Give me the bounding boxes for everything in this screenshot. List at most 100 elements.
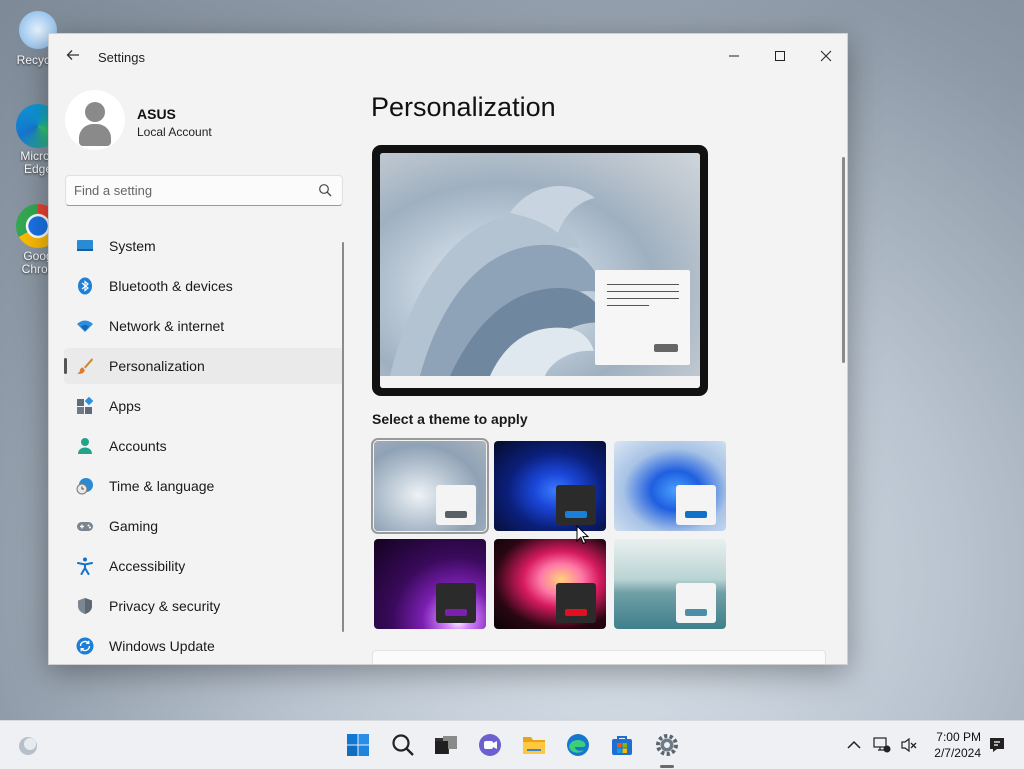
- settings-icon[interactable]: [655, 733, 679, 757]
- monitor-icon: [77, 240, 93, 251]
- content-scrollbar[interactable]: [842, 157, 845, 363]
- update-icon: [76, 637, 94, 655]
- sidebar-item-apps[interactable]: Apps: [64, 388, 344, 424]
- sidebar-item-label: Time & language: [109, 478, 215, 494]
- user-account-type: Local Account: [137, 125, 212, 139]
- avatar-head: [85, 102, 105, 122]
- sidebar-item-label: Accessibility: [109, 558, 186, 574]
- app-title: Settings: [98, 50, 145, 65]
- sidebar-item-label: Personalization: [109, 358, 205, 374]
- preview-line: [607, 298, 679, 299]
- sidebar-item-privacy-security[interactable]: Privacy & security: [64, 588, 344, 624]
- minimize-button[interactable]: [711, 40, 757, 72]
- theme-mini-window: [676, 583, 716, 623]
- person-icon: [78, 438, 92, 454]
- theme-captured-motion[interactable]: [374, 539, 486, 629]
- clock-time[interactable]: 7:00 PM: [929, 730, 981, 744]
- sidebar-item-label: Apps: [109, 398, 141, 414]
- clock-date[interactable]: 2/7/2024: [929, 746, 981, 760]
- avatar-body: [79, 124, 111, 146]
- theme-mini-button: [565, 511, 587, 518]
- back-button[interactable]: [63, 48, 83, 68]
- volume-muted-icon[interactable]: [900, 736, 918, 754]
- theme-windows-light[interactable]: [371, 438, 489, 534]
- sidebar-item-accessibility[interactable]: Accessibility: [64, 548, 344, 584]
- search-input[interactable]: [74, 176, 304, 205]
- preview-line: [607, 284, 679, 285]
- theme-preview-screen: [380, 153, 700, 388]
- teams-chat-icon[interactable]: [478, 733, 502, 757]
- settings-window: Settings ASUS Local Account System Bluet…: [48, 33, 848, 665]
- sidebar-item-time-language[interactable]: Time & language: [64, 468, 344, 504]
- maximize-button[interactable]: [757, 40, 803, 72]
- theme-mini-button: [685, 609, 707, 616]
- user-name: ASUS: [137, 106, 176, 122]
- file-explorer-icon[interactable]: [522, 733, 546, 757]
- theme-mini-button: [565, 609, 587, 616]
- close-button[interactable]: [803, 40, 847, 72]
- start-icon[interactable]: [346, 733, 370, 757]
- sidebar-item-system[interactable]: System: [64, 228, 344, 264]
- sidebar-nav: System Bluetooth & devices Network & int…: [64, 228, 344, 664]
- theme-preview: [372, 145, 708, 396]
- theme-mini-window: [556, 583, 596, 623]
- sidebar-scrollbar[interactable]: [342, 242, 344, 632]
- edge-icon[interactable]: [566, 733, 590, 757]
- arrow-left-icon: [66, 50, 79, 60]
- theme-windows-glow[interactable]: [614, 441, 726, 531]
- sidebar-item-label: Bluetooth & devices: [109, 278, 233, 294]
- sidebar-item-network-internet[interactable]: Network & internet: [64, 308, 344, 344]
- sidebar-item-label: Accounts: [109, 438, 167, 454]
- preview-button: [654, 344, 678, 352]
- theme-section-heading: Select a theme to apply: [372, 411, 528, 427]
- search-icon[interactable]: [318, 183, 332, 197]
- wifi-icon: [77, 320, 93, 332]
- sidebar-item-accounts[interactable]: Accounts: [64, 428, 344, 464]
- sidebar-item-label: Gaming: [109, 518, 159, 534]
- bluetooth-icon: [78, 277, 92, 295]
- avatar[interactable]: [65, 90, 125, 150]
- theme-mini-button: [685, 511, 707, 518]
- paintbrush-icon: [77, 358, 93, 374]
- sidebar-item-label: System: [109, 238, 156, 254]
- apps-icon: [77, 397, 94, 414]
- notification-icon[interactable]: [988, 736, 1006, 754]
- sidebar-item-label: Privacy & security: [109, 598, 221, 614]
- theme-mini-window: [556, 485, 596, 525]
- sidebar-item-label: Windows Update: [109, 638, 215, 654]
- chevron-up-icon[interactable]: [846, 737, 862, 753]
- preview-window: [595, 270, 690, 365]
- weather-icon[interactable]: [16, 733, 40, 757]
- theme-sunrise[interactable]: [614, 539, 726, 629]
- sidebar-item-personalization[interactable]: Personalization: [64, 348, 344, 384]
- page-title: Personalization: [371, 92, 556, 122]
- title-bar[interactable]: Settings: [49, 34, 847, 82]
- taskbar: 7:00 PM 2/7/2024: [0, 720, 1024, 769]
- shield-icon: [78, 598, 92, 614]
- theme-mini-button: [445, 511, 467, 518]
- globe-clock-icon: [76, 478, 93, 495]
- search-box[interactable]: [65, 175, 343, 206]
- network-icon[interactable]: [873, 736, 891, 754]
- sidebar-item-label: Network & internet: [109, 318, 225, 334]
- search-icon[interactable]: [391, 733, 415, 757]
- accessibility-icon: [77, 557, 93, 575]
- theme-flow[interactable]: [494, 539, 606, 629]
- preview-line: [607, 291, 679, 292]
- theme-mini-button: [445, 609, 467, 616]
- maximize-icon: [775, 51, 785, 61]
- theme-windows-dark[interactable]: [494, 441, 606, 531]
- sidebar-item-gaming[interactable]: Gaming: [64, 508, 344, 544]
- store-icon[interactable]: [610, 733, 634, 757]
- task-view-icon[interactable]: [434, 733, 458, 757]
- preview-line: [607, 305, 649, 306]
- theme-mini-window: [676, 485, 716, 525]
- sidebar-item-bluetooth-devices[interactable]: Bluetooth & devices: [64, 268, 344, 304]
- theme-mini-window: [436, 485, 476, 525]
- gamepad-icon: [77, 522, 93, 531]
- minimize-icon: [729, 55, 739, 57]
- sidebar-item-windows-update[interactable]: Windows Update: [64, 628, 344, 664]
- settings-card[interactable]: [372, 650, 826, 664]
- mouse-cursor-icon: [576, 525, 590, 545]
- theme-mini-window: [436, 583, 476, 623]
